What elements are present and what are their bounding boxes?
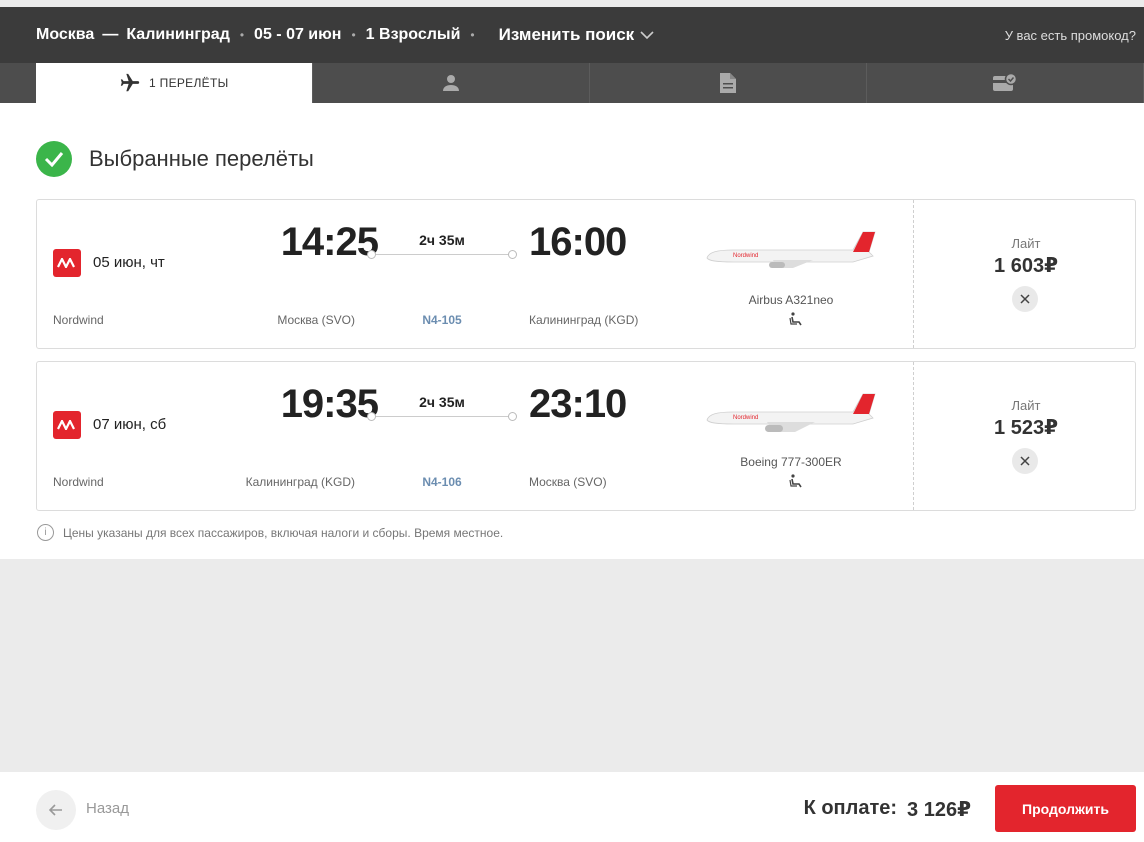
- arrival-time: 23:10: [529, 382, 627, 426]
- flight-date: 05 июн, чт: [93, 254, 165, 271]
- route-line: [367, 412, 517, 421]
- aircraft-name: Airbus A321neo: [748, 293, 834, 307]
- arrival-airport: Москва (SVO): [529, 475, 607, 489]
- change-search-label: Изменить поиск: [498, 25, 635, 44]
- close-icon: [1020, 456, 1030, 466]
- airline-name: Nordwind: [53, 475, 104, 489]
- departure-airport: Москва (SVO): [277, 313, 355, 327]
- continue-button[interactable]: Продолжить: [995, 785, 1136, 832]
- route-separator: —: [102, 26, 119, 43]
- flight-date: 07 июн, сб: [93, 416, 167, 433]
- route-origin: Москва: [36, 26, 95, 43]
- search-dates: 05 - 07 июн: [254, 26, 342, 43]
- payment-check-icon: [992, 73, 1017, 91]
- tab-passengers[interactable]: [313, 63, 590, 103]
- change-search-button[interactable]: Изменить поиск: [499, 25, 655, 45]
- back-button[interactable]: [36, 790, 76, 830]
- total-value: 3 126₽: [907, 799, 971, 821]
- tab-documents[interactable]: [590, 63, 867, 103]
- footer-bar: Назад К оплате: 3 126₽ Продолжить: [0, 772, 1144, 842]
- price-column: Лайт 1 523₽: [913, 362, 1137, 510]
- flight-price: 1 603₽: [994, 255, 1058, 277]
- selected-flights-panel: Выбранные перелёты 05 июн, чт Nordwind 1…: [0, 103, 1144, 559]
- separator-dot: •: [470, 28, 475, 42]
- price-note: i Цены указаны для всех пассажиров, вклю…: [37, 524, 503, 541]
- aircraft-image: Nordwind: [706, 231, 876, 268]
- flight-card: 05 июн, чт Nordwind 14:25 2ч 35м 16:00 М…: [36, 199, 1136, 349]
- svg-text:Nordwind: Nordwind: [733, 253, 758, 259]
- search-summary-bar: Москва — Калининград • 05 - 07 июн • 1 В…: [0, 7, 1144, 63]
- chevron-down-icon: [640, 30, 654, 39]
- remove-flight-button[interactable]: [1012, 286, 1038, 312]
- departure-time: 14:25: [280, 220, 379, 264]
- flight-card: 07 июн, сб Nordwind 19:35 2ч 35м 23:10 К…: [36, 361, 1136, 511]
- tab-flights-label: 1 ПЕРЕЛЁТЫ: [149, 76, 229, 90]
- flight-duration: 2ч 35м: [419, 394, 465, 410]
- price-column: Лайт 1 603₽: [913, 200, 1137, 348]
- svg-text:Nordwind: Nordwind: [733, 415, 758, 421]
- departure-airport: Калининград (KGD): [245, 475, 355, 489]
- aircraft-name: Boeing 777-300ER: [740, 455, 842, 469]
- arrival-airport: Калининград (KGD): [529, 313, 639, 327]
- nordwind-logo-icon: [53, 411, 81, 439]
- airline-name: Nordwind: [53, 313, 104, 327]
- flight-number[interactable]: N4-106: [397, 475, 487, 489]
- tab-payment[interactable]: [867, 63, 1144, 103]
- search-passengers: 1 Взрослый: [365, 26, 461, 43]
- close-icon: [1020, 294, 1030, 304]
- arrow-left-icon: [49, 804, 62, 816]
- separator-dot: •: [239, 28, 245, 42]
- document-icon: [719, 73, 736, 93]
- price-note-text: Цены указаны для всех пассажиров, включа…: [63, 525, 504, 540]
- departure-time: 19:35: [280, 382, 379, 426]
- flight-number[interactable]: N4-105: [397, 313, 487, 327]
- back-label[interactable]: Назад: [86, 800, 129, 817]
- fare-name: Лайт: [1011, 398, 1041, 413]
- flight-duration: 2ч 35м: [419, 232, 465, 248]
- route-line: [367, 250, 517, 259]
- flight-price: 1 523₽: [994, 417, 1058, 439]
- separator-dot: •: [351, 28, 356, 42]
- total-label: К оплате:: [803, 797, 898, 819]
- promo-code-link[interactable]: У вас есть промокод?: [1005, 28, 1136, 43]
- section-header: Выбранные перелёты: [36, 141, 314, 177]
- info-icon: i: [37, 524, 54, 541]
- check-icon: [36, 141, 72, 177]
- aircraft-image: Nordwind: [706, 393, 876, 432]
- total-amount: К оплате: 3 126₽: [804, 797, 971, 822]
- arrival-time: 16:00: [529, 220, 627, 264]
- person-icon: [442, 75, 459, 91]
- tab-flights[interactable]: 1 ПЕРЕЛЁТЫ: [35, 63, 313, 103]
- seat-icon: [789, 312, 802, 326]
- booking-steps-tabs: 1 ПЕРЕЛЁТЫ: [0, 63, 1144, 103]
- remove-flight-button[interactable]: [1012, 448, 1038, 474]
- route-destination: Калининград: [126, 26, 230, 43]
- section-title: Выбранные перелёты: [89, 146, 314, 171]
- fare-name: Лайт: [1011, 236, 1041, 251]
- plane-icon: [120, 73, 140, 92]
- seat-icon: [789, 474, 802, 488]
- nordwind-logo-icon: [53, 249, 81, 277]
